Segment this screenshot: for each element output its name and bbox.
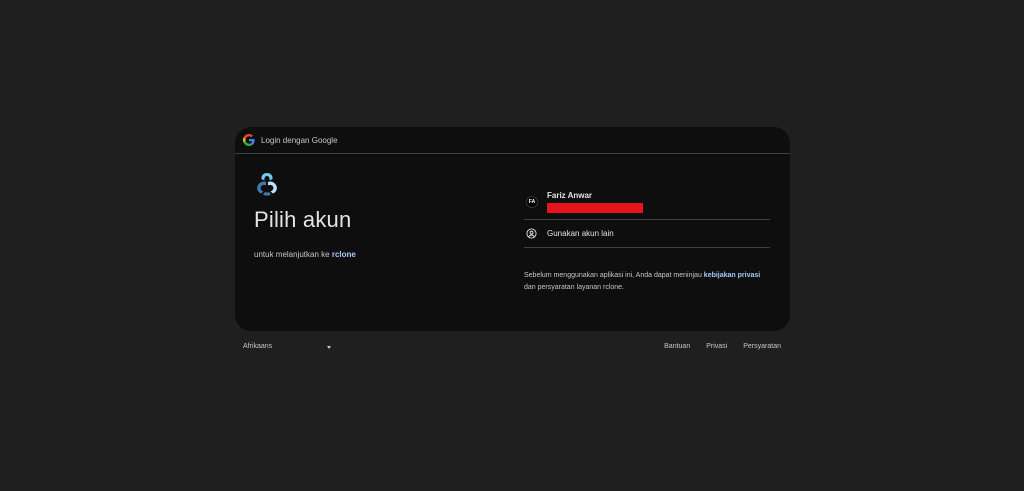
privacy-link[interactable]: Privasi (706, 343, 727, 350)
use-another-account-label: Gunakan akun lain (547, 229, 614, 238)
language-label: Afrikaans (243, 343, 273, 350)
footer-links: Bantuan Privasi Persyaratan (648, 343, 781, 350)
page-title: Pilih akun (254, 207, 352, 232)
account-list: FA Fariz Anwar Gunakan akun lain Sebelum… (524, 191, 770, 294)
use-another-account-button[interactable]: Gunakan akun lain (524, 220, 770, 248)
rclone-logo-icon (254, 171, 280, 197)
left-panel: Pilih akun untuk melanjutkan ke rclone (254, 171, 484, 259)
account-name: Fariz Anwar (547, 191, 593, 200)
privacy-text-before: Sebelum menggunakan aplikasi ini, Anda d… (524, 272, 704, 279)
privacy-note: Sebelum menggunakan aplikasi ini, Anda d… (524, 270, 770, 294)
privacy-text-after: dan persyaratan layanan rclone. (524, 284, 625, 291)
sign-in-card: Login dengan Google Pilih akun untuk mel… (235, 127, 790, 331)
privacy-policy-link[interactable]: kebijakan privasi (704, 272, 760, 279)
terms-link[interactable]: Persyaratan (743, 343, 781, 350)
chevron-down-icon (327, 346, 331, 349)
account-info: Fariz Anwar (547, 191, 643, 213)
help-link[interactable]: Bantuan (664, 343, 690, 350)
redacted-email (547, 203, 643, 213)
person-circle-icon (526, 228, 537, 239)
language-selector[interactable]: Afrikaans (243, 343, 333, 350)
app-name-link[interactable]: rclone (332, 250, 356, 259)
subtitle-prefix: untuk melanjutkan ke (254, 250, 332, 259)
avatar: FA (526, 196, 538, 208)
google-icon (243, 134, 255, 146)
footer: Afrikaans Bantuan Privasi Persyaratan (243, 343, 783, 355)
header-title: Login dengan Google (261, 135, 338, 145)
card-header: Login dengan Google (235, 127, 790, 154)
subtitle: untuk melanjutkan ke rclone (254, 250, 484, 259)
account-item[interactable]: FA Fariz Anwar (524, 191, 770, 220)
